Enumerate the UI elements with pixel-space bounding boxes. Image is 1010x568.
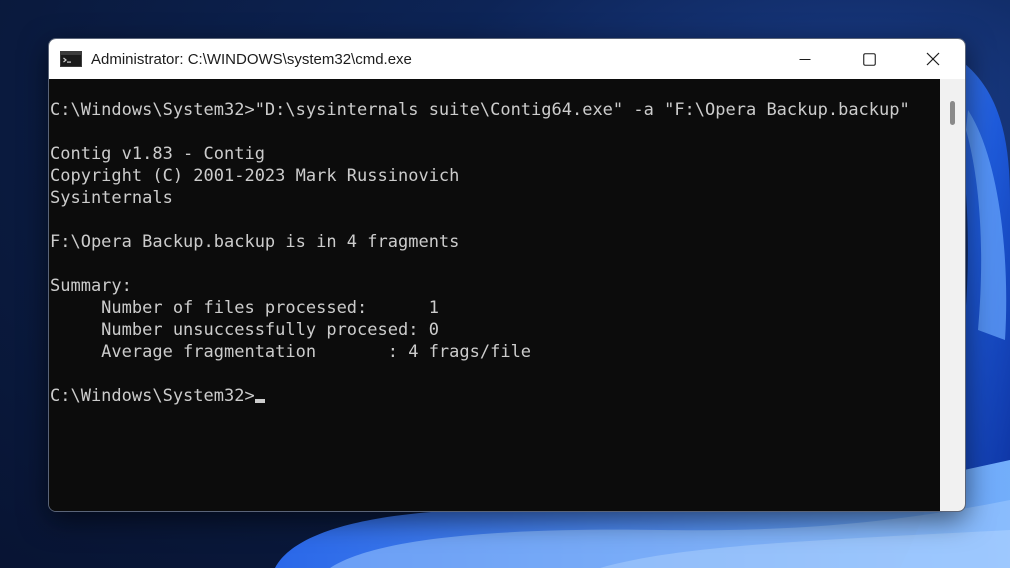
cmd-window[interactable]: Administrator: C:\WINDOWS\system32\cmd.e… <box>48 38 966 512</box>
close-button[interactable] <box>901 39 965 79</box>
text-cursor <box>254 399 265 403</box>
terminal-output-area[interactable]: C:\Windows\System32>"D:\sysinternals sui… <box>49 79 940 511</box>
window-title: Administrator: C:\WINDOWS\system32\cmd.e… <box>91 50 412 68</box>
minimize-button[interactable] <box>773 39 837 79</box>
terminal-output: C:\Windows\System32>"D:\sysinternals sui… <box>49 79 940 407</box>
terminal-line: Number unsuccessfully procesed: 0 <box>50 320 439 340</box>
terminal-line: Number of files processed: 1 <box>50 298 439 318</box>
terminal-prompt: C:\Windows\System32> <box>50 386 255 406</box>
scrollbar-thumb[interactable] <box>950 101 955 125</box>
terminal-line: Sysinternals <box>50 188 173 208</box>
terminal-line: F:\Opera Backup.backup is in 4 fragments <box>50 232 460 252</box>
minimize-icon <box>799 58 811 61</box>
terminal-line: C:\Windows\System32>"D:\sysinternals sui… <box>50 100 910 120</box>
maximize-button[interactable] <box>837 39 901 79</box>
terminal-line: Average fragmentation : 4 frags/file <box>50 342 532 362</box>
maximize-icon <box>862 52 876 66</box>
title-bar[interactable]: Administrator: C:\WINDOWS\system32\cmd.e… <box>49 39 965 79</box>
terminal-line: Summary: <box>50 276 132 296</box>
close-icon <box>926 52 940 66</box>
cmd-app-icon <box>60 51 82 67</box>
terminal-line: Contig v1.83 - Contig <box>50 144 265 164</box>
window-controls <box>773 39 965 79</box>
terminal-line: Copyright (C) 2001-2023 Mark Russinovich <box>50 166 460 186</box>
vertical-scrollbar[interactable] <box>940 79 965 511</box>
